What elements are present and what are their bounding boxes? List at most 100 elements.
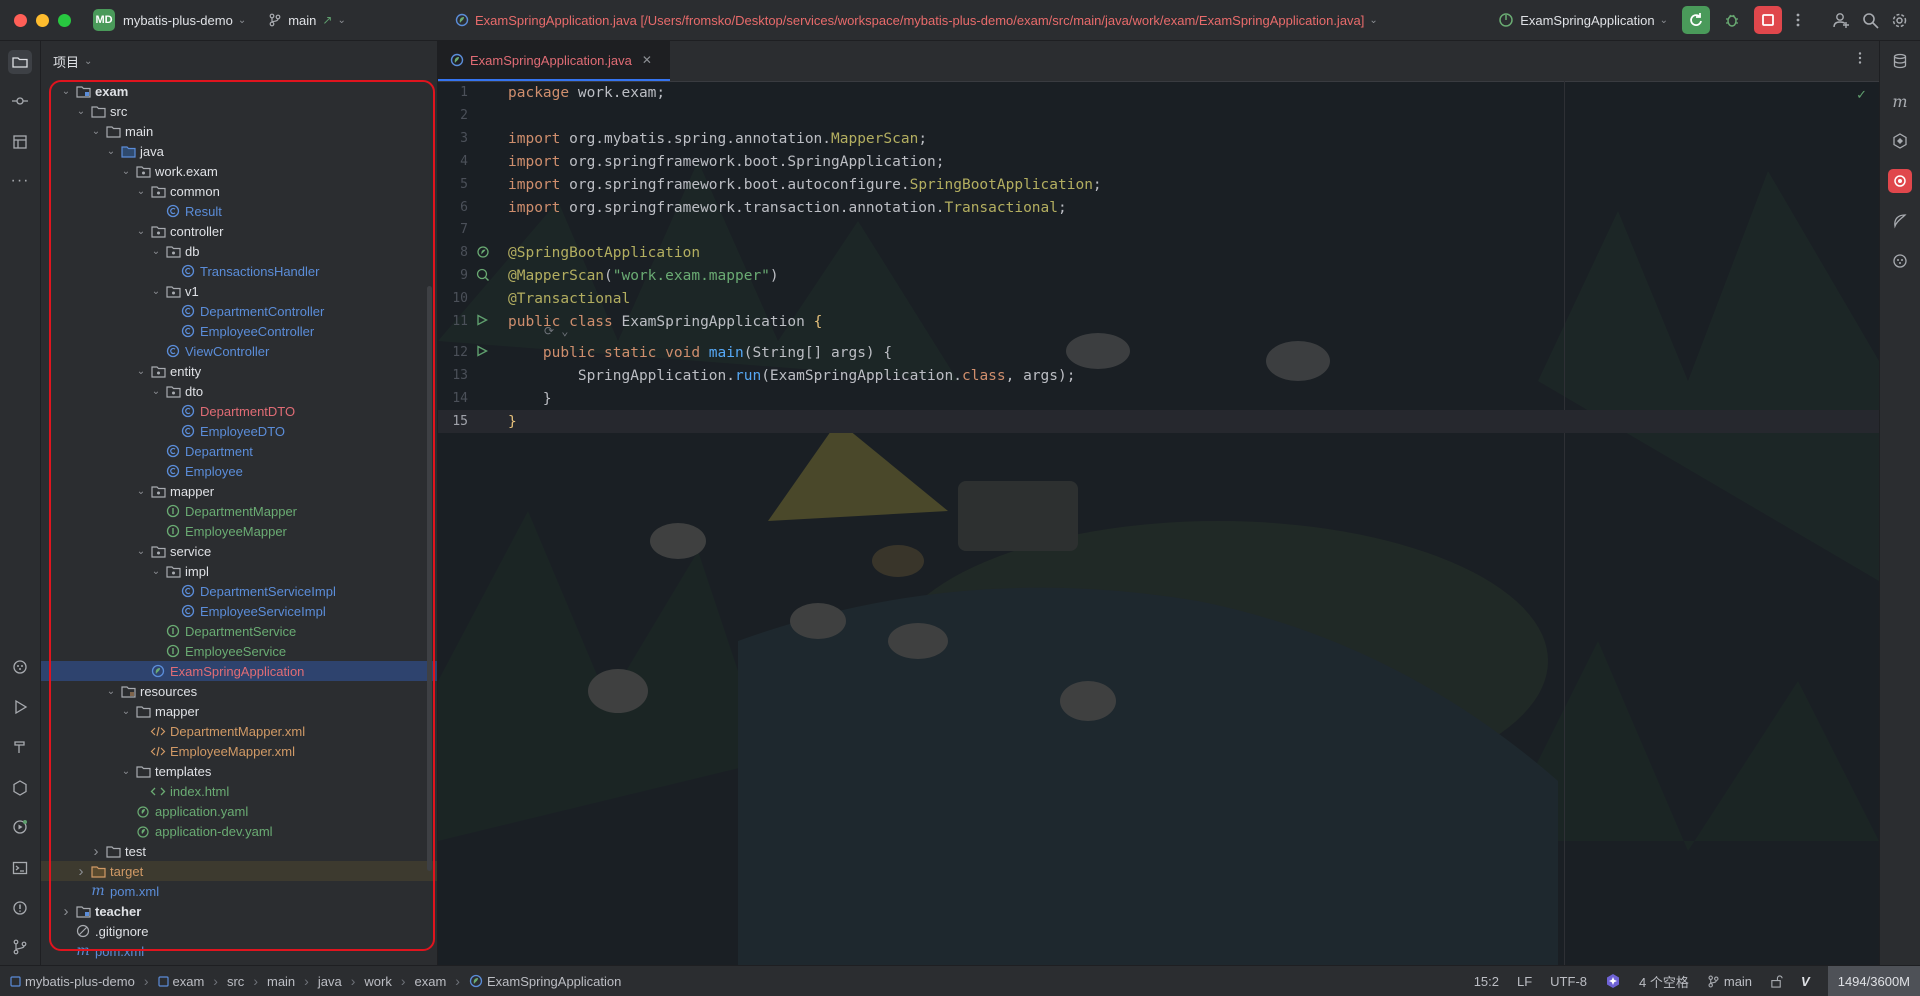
spring-tool-button[interactable] [1888, 209, 1912, 233]
tree-item[interactable]: ⌄ impl [41, 561, 437, 581]
code-line[interactable]: 14 } [438, 387, 1879, 410]
tree-item[interactable]: application-dev.yaml [41, 821, 437, 841]
terminal-tool-button[interactable] [8, 856, 32, 880]
tree-item[interactable]: ⌄ entity [41, 361, 437, 381]
chevron-down-icon[interactable]: ⌄ [73, 106, 89, 117]
chevron-down-icon[interactable]: ⌄ [148, 386, 164, 397]
run-tool-button[interactable] [8, 695, 32, 719]
breadcrumb-item[interactable]: exam [173, 974, 205, 989]
tree-item[interactable]: ⌄ controller [41, 221, 437, 241]
file-encoding[interactable]: UTF-8 [1550, 974, 1587, 989]
chevron-down-icon[interactable]: ⌄ [148, 566, 164, 577]
commit-tool-button[interactable] [8, 89, 32, 113]
indent-setting[interactable]: 4 个空格 [1639, 972, 1689, 991]
chevron-down-icon[interactable]: ⌄ [103, 686, 119, 697]
tree-item[interactable]: DepartmentMapper [41, 501, 437, 521]
chevron-down-icon[interactable]: ⌄ [133, 186, 149, 197]
tree-item[interactable]: ⌄ java [41, 141, 437, 161]
chevron-right-icon[interactable]: › [58, 903, 74, 920]
endpoints-tool-button[interactable] [8, 776, 32, 800]
breadcrumb-item[interactable]: ExamSpringApplication [487, 974, 621, 989]
git-tool-button[interactable] [8, 935, 32, 959]
code-line[interactable]: 8 @SpringBootApplication [438, 241, 1879, 264]
code-line[interactable]: 13 SpringApplication.run(ExamSpringAppli… [438, 364, 1879, 387]
tree-item[interactable]: ⌄ mapper [41, 481, 437, 501]
ai-status-icon[interactable] [1605, 973, 1621, 989]
code-line[interactable]: 5 import org.springframework.boot.autocon… [438, 173, 1879, 196]
tree-item[interactable]: DepartmentServiceImpl [41, 581, 437, 601]
add-user-button[interactable] [1832, 11, 1850, 29]
lock-icon[interactable] [1770, 974, 1783, 988]
minimize-window-button[interactable] [36, 13, 49, 27]
tree-item[interactable]: ⌄ mapper [41, 701, 437, 721]
code-line[interactable]: 10 @Transactional [438, 287, 1879, 310]
breadcrumb-item[interactable]: work [364, 974, 391, 989]
tree-item[interactable]: TransactionsHandler [41, 261, 437, 281]
tree-item[interactable]: EmployeeMapper.xml [41, 741, 437, 761]
code-line[interactable]: 3 import org.mybatis.spring.annotation.Ma… [438, 127, 1879, 150]
tree-item[interactable]: › test [41, 841, 437, 861]
tree-item[interactable]: ⌄ src [41, 101, 437, 121]
tree-item[interactable]: EmployeeDTO [41, 421, 437, 441]
breadcrumb-item[interactable]: exam [415, 974, 447, 989]
project-tool-button[interactable] [8, 50, 32, 74]
tree-item[interactable]: EmployeeServiceImpl [41, 601, 437, 621]
tree-item[interactable]: ⌄ templates [41, 761, 437, 781]
tree-item[interactable]: ⌄ service [41, 541, 437, 561]
chevron-down-icon[interactable]: ⌄ [148, 246, 164, 257]
code-vision-hint[interactable]: ⟳ ⌄ [544, 324, 569, 338]
tree-item[interactable]: Department [41, 441, 437, 461]
structure-tool-button[interactable] [8, 130, 32, 154]
project-panel-scrollbar[interactable] [427, 286, 432, 871]
tree-item[interactable]: Employee [41, 461, 437, 481]
breadcrumb-item[interactable]: mybatis-plus-demo [25, 974, 135, 989]
chevron-down-icon[interactable]: ⌄ [58, 86, 74, 97]
debug-button[interactable] [1718, 6, 1746, 34]
branch-selector[interactable]: main ↗ ⌄ [268, 13, 346, 28]
code-line[interactable]: 11 public class ExamSpringApplication { [438, 310, 1879, 333]
tree-item[interactable]: ⌄ exam [41, 81, 437, 101]
chevron-down-icon[interactable]: ⌄ [88, 126, 104, 137]
stop-button[interactable] [1754, 6, 1782, 34]
settings-button[interactable] [1891, 12, 1908, 29]
project-badge[interactable]: MD [93, 9, 115, 31]
more-tools-button[interactable]: ··· [8, 169, 32, 193]
spring-bean-icon[interactable] [468, 241, 508, 264]
tree-item[interactable]: ⌄ common [41, 181, 437, 201]
ai-assistant-tool-button[interactable] [1888, 129, 1912, 153]
problems-tool-button[interactable] [8, 896, 32, 920]
tree-item[interactable]: EmployeeController [41, 321, 437, 341]
tree-item[interactable]: ⌄ main [41, 121, 437, 141]
tree-item[interactable]: DepartmentService [41, 621, 437, 641]
chevron-down-icon[interactable]: ⌄ [118, 766, 134, 777]
tree-item[interactable]: DepartmentDTO [41, 401, 437, 421]
tree-item[interactable]: › target [41, 861, 437, 881]
chevron-down-icon[interactable]: ⌄ [118, 706, 134, 717]
tree-item[interactable]: application.yaml [41, 801, 437, 821]
tree-item[interactable]: ViewController [41, 341, 437, 361]
tree-item[interactable]: EmployeeService [41, 641, 437, 661]
code-line[interactable]: 7 [438, 218, 1879, 241]
run-icon[interactable] [468, 310, 508, 333]
build-tool-button[interactable] [8, 735, 32, 759]
rerun-button[interactable] [1682, 6, 1710, 34]
code-line[interactable]: 12 public static void main(String[] args… [438, 341, 1879, 364]
services-tool-button[interactable] [8, 655, 32, 679]
chevron-down-icon[interactable]: ⌄ [148, 286, 164, 297]
breadcrumb-item[interactable]: java [318, 974, 342, 989]
code-line[interactable]: 1 package work.exam; [438, 81, 1879, 104]
project-panel-header[interactable]: 项目 ⌄ [41, 41, 437, 81]
tree-item[interactable]: › teacher [41, 901, 437, 921]
tab-options-button[interactable] [1853, 51, 1867, 68]
more-actions-button[interactable] [1790, 12, 1806, 28]
tree-item[interactable]: .gitignore [41, 921, 437, 941]
chevron-right-icon[interactable]: › [73, 863, 89, 880]
services-run-tool-button[interactable] [8, 815, 32, 839]
code-line[interactable]: 2 [438, 104, 1879, 127]
code-line[interactable]: 6 import org.springframework.transaction.… [438, 196, 1879, 219]
tree-item[interactable]: ⌄ db [41, 241, 437, 261]
vim-mode-icon[interactable]: V [1801, 974, 1810, 989]
tree-item[interactable]: m pom.xml [41, 941, 437, 961]
spring-scan-icon[interactable] [468, 264, 508, 287]
tree-item[interactable]: ⌄ resources [41, 681, 437, 701]
